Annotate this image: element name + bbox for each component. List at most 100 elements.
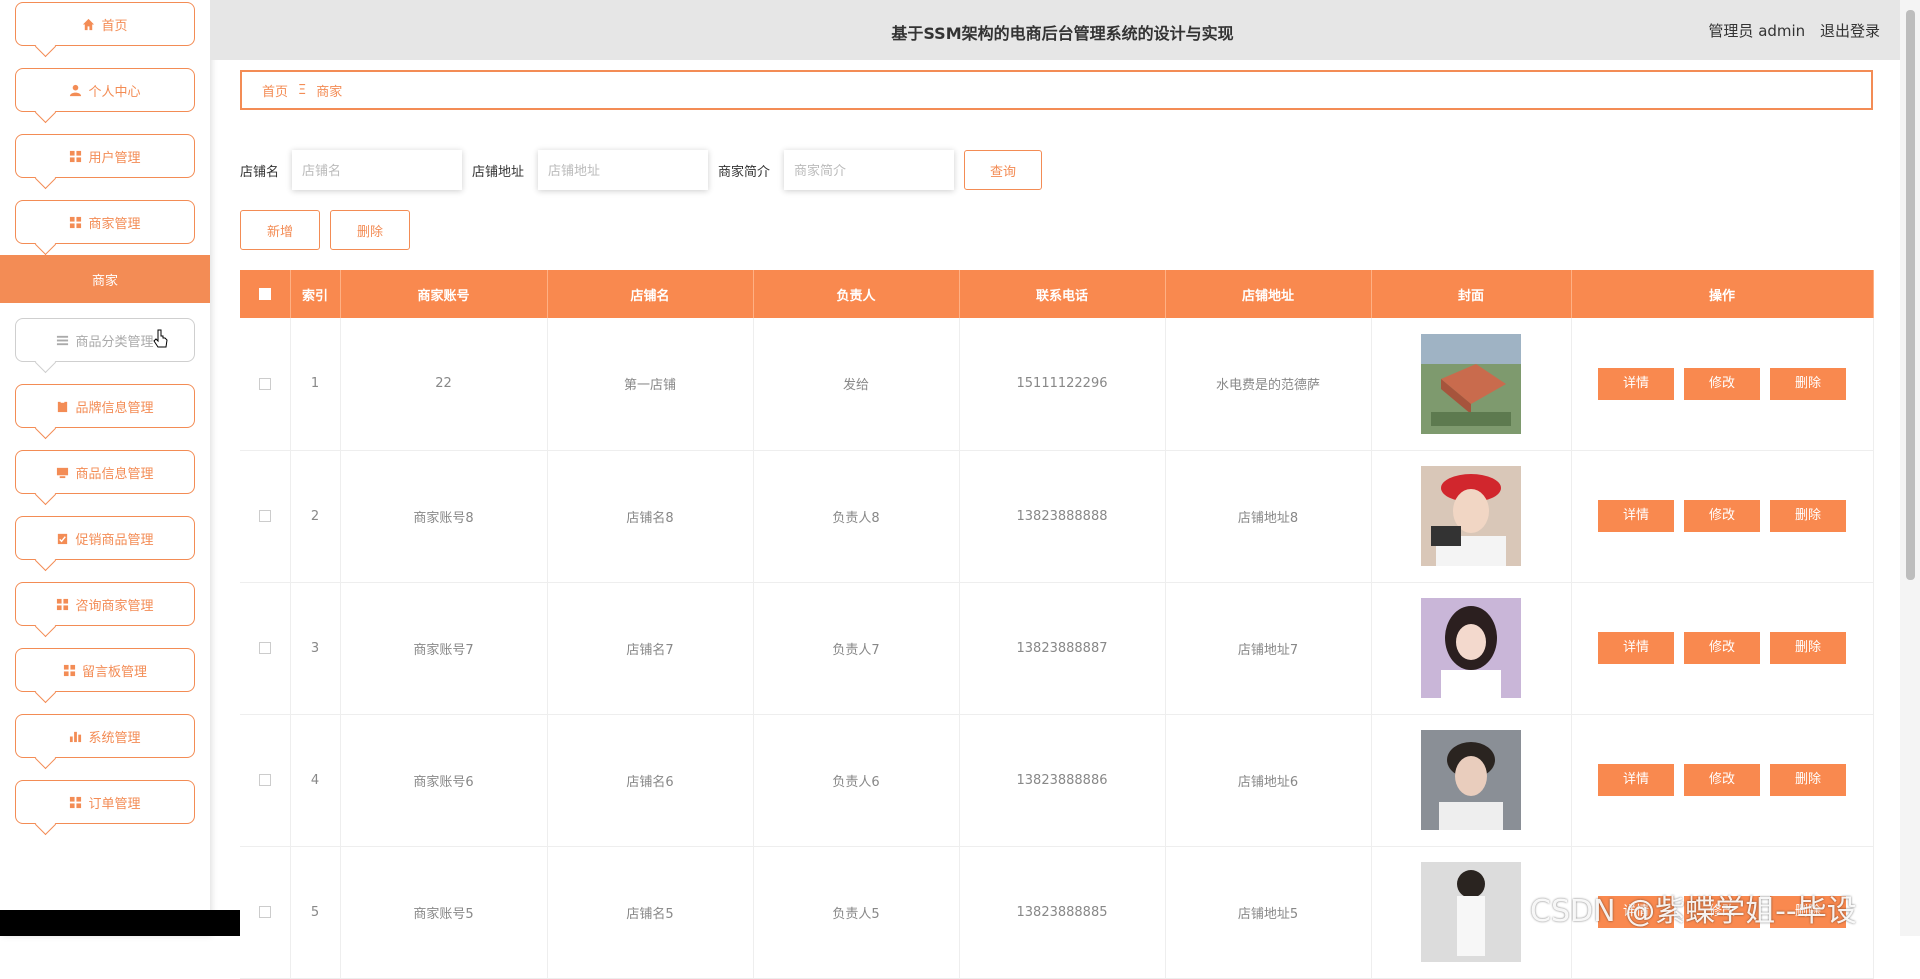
cell-account: 商家账号8 [340, 450, 548, 583]
edit-button[interactable]: 修改 [1684, 500, 1760, 532]
delete-button[interactable]: 删除 [1770, 367, 1846, 400]
table-row: 2 商家账号8 店铺名8 负责人8 13823888888 店铺地址8 详情 修改… [240, 450, 1874, 583]
sidebar-item-label: 商品信息管理 [75, 466, 154, 482]
cell-address: 店铺地址5 [1165, 846, 1372, 979]
taskbar-fragment [0, 910, 240, 936]
sidebar-item-messages[interactable]: 留言板管理 [15, 648, 195, 692]
delete-button[interactable]: 删除 [1770, 764, 1846, 796]
cell-shop: 店铺名7 [547, 582, 754, 715]
edit-button[interactable]: 修改 [1684, 632, 1760, 664]
row-checkbox[interactable] [258, 510, 271, 522]
sidebar-item-products[interactable]: 商品信息管理 [15, 450, 195, 494]
query-button[interactable]: 查询 [964, 150, 1042, 190]
cell-manager: 发给 [753, 318, 960, 451]
cell-phone: 13823888886 [959, 714, 1166, 847]
sidebar-item-home[interactable]: 首页 [15, 2, 195, 46]
breadcrumb-current: 商家 [316, 84, 343, 100]
detail-button[interactable]: 详情 [1598, 500, 1674, 532]
grid-icon [70, 216, 82, 228]
list-icon [57, 335, 69, 345]
edit-button[interactable]: 修改 [1684, 764, 1760, 796]
sidebar-item-label: 用户管理 [88, 150, 141, 166]
grid-icon [70, 796, 82, 808]
cover-image [1421, 466, 1521, 566]
sidebar-subitem-merchant[interactable]: 商家 [0, 255, 210, 303]
sidebar-item-label: 留言板管理 [81, 664, 147, 680]
cover-image [1421, 730, 1521, 830]
logout-link[interactable]: 退出登录 [1820, 22, 1880, 40]
row-checkbox[interactable] [258, 774, 271, 786]
sidebar-item-profile[interactable]: 个人中心 [15, 68, 195, 112]
sidebar-item-brands[interactable]: 品牌信息管理 [15, 384, 195, 428]
select-all-checkbox[interactable] [258, 288, 271, 300]
cell-manager: 负责人6 [753, 714, 960, 847]
sidebar-item-merchants[interactable]: 商家管理 [15, 200, 195, 244]
sidebar-item-users[interactable]: 用户管理 [15, 134, 195, 178]
sidebar-item-label: 促销商品管理 [75, 532, 154, 548]
row-checkbox[interactable] [258, 377, 271, 390]
row-checkbox[interactable] [258, 906, 271, 918]
sidebar-item-consult[interactable]: 咨询商家管理 [15, 582, 195, 626]
cell-manager: 负责人5 [753, 846, 960, 979]
shop-name-input[interactable] [292, 150, 462, 190]
sidebar-item-system[interactable]: 系统管理 [15, 714, 195, 758]
intro-input[interactable] [784, 150, 954, 190]
cell-shop: 店铺名5 [547, 846, 754, 979]
grid-icon [57, 598, 69, 610]
cell-index: 3 [290, 582, 341, 715]
shop-name-label: 店铺名 [240, 165, 280, 180]
sidebar-item-label: 个人中心 [88, 84, 141, 100]
cell-address: 水电费是的范德萨 [1165, 318, 1372, 451]
delete-button[interactable]: 删除 [1770, 632, 1846, 664]
cell-phone: 13823888885 [959, 846, 1166, 979]
select-all-cell[interactable] [240, 270, 291, 318]
breadcrumb-home[interactable]: 首页 [262, 81, 288, 100]
cell-actions: 详情 修改 删除 [1571, 318, 1874, 451]
detail-button[interactable]: 详情 [1598, 367, 1674, 400]
cell-address: 店铺地址6 [1165, 714, 1372, 847]
sidebar: 首页 个人中心 用户管理 商家管理 商家 商品分类管理 品牌信息管理 商品信息管… [0, 0, 210, 936]
cell-shop: 店铺名6 [547, 714, 754, 847]
cell-index: 2 [290, 450, 341, 583]
cell-account: 商家账号7 [340, 582, 548, 715]
table-header-row: 索引 商家账号 店铺名 负责人 联系电话 店铺地址 封面 操作 [240, 270, 1874, 318]
merchant-table: 索引 商家账号 店铺名 负责人 联系电话 店铺地址 封面 操作 1 22 第一店… [240, 270, 1874, 979]
add-button[interactable]: 新增 [240, 210, 320, 250]
scrollbar-thumb[interactable] [1906, 10, 1915, 580]
page-scrollbar[interactable] [1900, 0, 1920, 936]
row-checkbox[interactable] [258, 642, 271, 654]
cell-account: 22 [340, 318, 548, 451]
watermark: CSDN @紫蝶学姐--毕设 [1530, 894, 1857, 929]
shop-address-label: 店铺地址 [472, 165, 525, 180]
detail-button[interactable]: 详情 [1598, 764, 1674, 796]
clipboard-check-icon [58, 533, 68, 544]
breadcrumb-separator-icon: Ξ [298, 82, 307, 98]
detail-button[interactable]: 详情 [1598, 632, 1674, 664]
sidebar-item-promotions[interactable]: 促销商品管理 [15, 516, 195, 560]
edit-button[interactable]: 修改 [1684, 367, 1760, 400]
cell-phone: 15111122296 [959, 318, 1166, 451]
page-title: 基于SSM架构的电商后台管理系统的设计与实现 [891, 24, 1234, 43]
table-row: 4 商家账号6 店铺名6 负责人6 13823888886 店铺地址6 详情 修改… [240, 714, 1874, 847]
column-header: 封面 [1371, 270, 1572, 318]
cell-manager: 负责人7 [753, 582, 960, 715]
bar-chart-icon [70, 731, 82, 742]
sidebar-item-label: 商品分类管理 [75, 334, 154, 350]
cell-actions: 详情 修改 删除 [1571, 450, 1874, 583]
sidebar-item-orders[interactable]: 订单管理 [15, 780, 195, 824]
cover-image [1421, 598, 1521, 698]
table-row: 3 商家账号7 店铺名7 负责人7 13823888887 店铺地址7 详情 修改… [240, 582, 1874, 715]
batch-delete-button[interactable]: 删除 [330, 210, 410, 250]
cell-index: 1 [290, 318, 341, 451]
shop-address-input[interactable] [538, 150, 708, 190]
table-row: 1 22 第一店铺 发给 15111122296 水电费是的范德萨 详情 修改 删除 [240, 318, 1874, 451]
sidebar-subitem-label: 商家 [91, 273, 118, 289]
current-user: 管理员 admin [1708, 22, 1806, 40]
column-header: 店铺名 [547, 270, 754, 318]
column-header: 索引 [290, 270, 341, 318]
delete-button[interactable]: 删除 [1770, 500, 1846, 532]
top-header: 基于SSM架构的电商后台管理系统的设计与实现 管理员 admin 退出登录 [210, 0, 1900, 60]
column-header: 负责人 [753, 270, 960, 318]
sidebar-item-label: 订单管理 [88, 796, 141, 812]
cover-image [1421, 862, 1521, 962]
